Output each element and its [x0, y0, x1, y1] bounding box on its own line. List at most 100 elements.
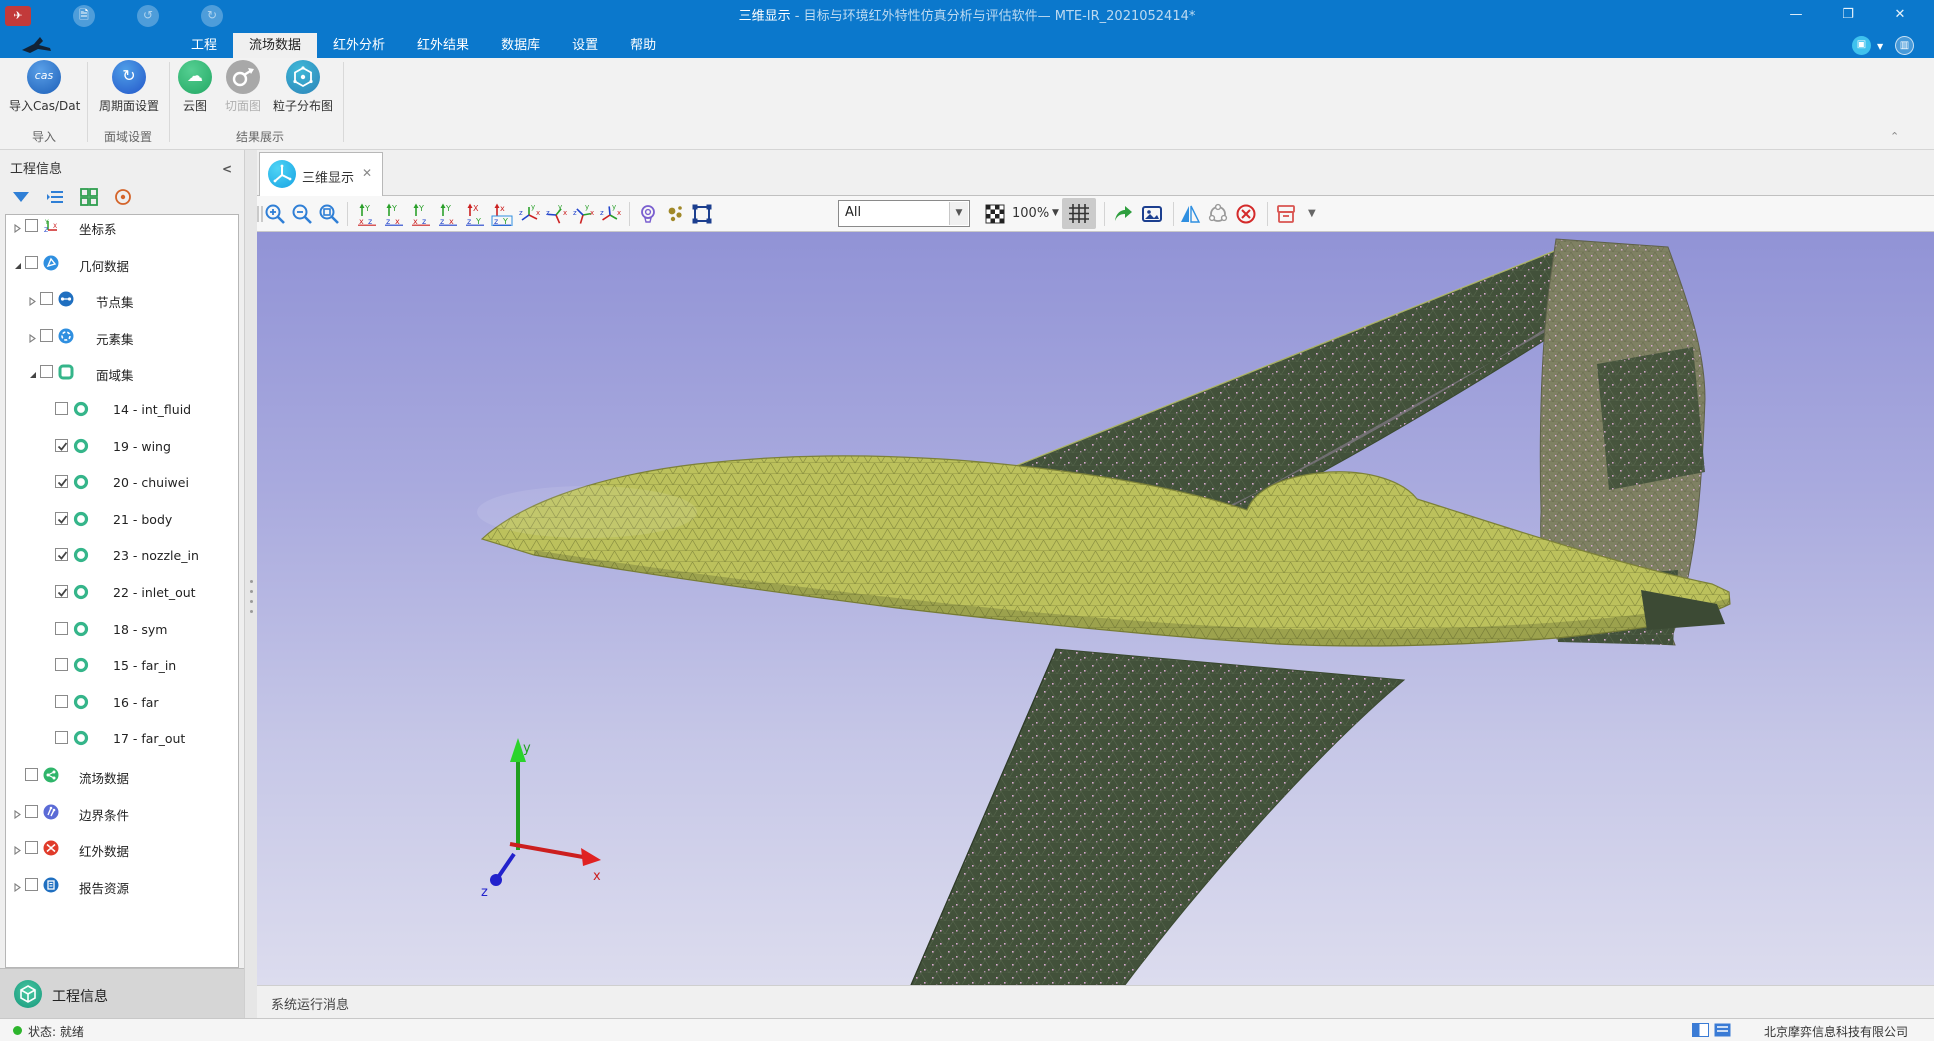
dropdown-caret-icon[interactable]: ▼ — [1877, 42, 1883, 51]
expander-collapsed-icon[interactable] — [28, 295, 37, 304]
panel-collapse-icon[interactable]: < — [222, 162, 232, 176]
view-iso-1-icon[interactable]: yxz — [517, 202, 542, 226]
tree-row[interactable]: 22 - inlet_out — [6, 583, 238, 601]
lamp-icon[interactable] — [637, 203, 659, 225]
tree-row[interactable]: 15 - far_in — [6, 656, 238, 674]
expander-collapsed-icon[interactable] — [13, 808, 22, 817]
panel-blue-icon[interactable] — [1692, 1023, 1709, 1037]
node-circle-icon[interactable] — [1207, 203, 1229, 225]
grid-toggle-icon[interactable] — [1062, 198, 1096, 229]
tree-row[interactable]: 23 - nozzle_in — [6, 546, 238, 564]
tree-row[interactable]: 14 - int_fluid — [6, 400, 238, 418]
tab-close-icon[interactable]: ✕ — [362, 166, 372, 180]
contour-plot-button[interactable]: ☁ 云图 — [177, 60, 213, 114]
filter-icon[interactable] — [12, 188, 30, 206]
ribbon-collapse-icon[interactable]: ⌃ — [1890, 130, 1899, 143]
tree-checkbox[interactable] — [25, 805, 38, 818]
tree-row[interactable]: 红外数据 — [6, 839, 238, 857]
expander-collapsed-icon[interactable] — [13, 881, 22, 890]
theme-icon[interactable]: ▣ — [1852, 36, 1871, 55]
list-icon[interactable] — [46, 188, 64, 206]
tree-row[interactable]: 流场数据 — [6, 766, 238, 784]
grid-icon[interactable] — [80, 188, 98, 206]
target-icon[interactable] — [114, 188, 132, 206]
tree-row[interactable]: YZX坐标系 — [6, 217, 238, 235]
view-iso-2-icon[interactable]: yxz — [544, 202, 569, 226]
panel-splitter[interactable] — [244, 150, 257, 1018]
tree-checkbox[interactable] — [40, 365, 53, 378]
tree-checkbox-checked[interactable] — [55, 585, 68, 598]
delete-icon[interactable] — [1235, 203, 1257, 225]
archive-box-icon[interactable] — [1275, 203, 1297, 225]
menu-item-3[interactable]: 红外结果 — [401, 33, 485, 58]
tree-checkbox[interactable] — [40, 292, 53, 305]
tree-row[interactable]: 20 - chuiwei — [6, 473, 238, 491]
tree-row[interactable]: 节点集 — [6, 290, 238, 308]
view-iso-3-icon[interactable]: yxz — [571, 202, 596, 226]
manual-icon[interactable]: ▥ — [1895, 36, 1914, 55]
view-top-icon[interactable]: XzY — [463, 202, 488, 226]
tree-row[interactable]: 16 - far — [6, 693, 238, 711]
view-bottom-icon[interactable]: xzY — [490, 202, 515, 226]
tree-checkbox[interactable] — [25, 768, 38, 781]
export-arrow-icon[interactable] — [1112, 203, 1134, 225]
tree-row[interactable]: 元素集 — [6, 327, 238, 345]
zoom-fit-icon[interactable] — [318, 203, 340, 225]
menu-item-0[interactable]: 工程 — [175, 33, 233, 58]
view-right-icon[interactable]: Yzx — [436, 202, 461, 226]
tree-checkbox[interactable] — [55, 695, 68, 708]
tree-row[interactable]: 18 - sym — [6, 620, 238, 638]
tree-row[interactable]: 19 - wing — [6, 437, 238, 455]
tree-row[interactable]: 报告资源 — [6, 876, 238, 894]
snapshot-icon[interactable] — [1141, 203, 1163, 225]
tree-checkbox[interactable] — [40, 329, 53, 342]
tree-checkbox[interactable] — [25, 878, 38, 891]
tree-checkbox-checked[interactable] — [55, 439, 68, 452]
tree-checkbox-checked[interactable] — [55, 548, 68, 561]
tab-3d-view[interactable]: 三维显示 ✕ — [259, 152, 383, 196]
display-filter-select[interactable]: All ▼ — [838, 200, 970, 227]
menu-item-1[interactable]: 流场数据 — [233, 33, 317, 58]
tree-checkbox[interactable] — [55, 622, 68, 635]
checkerboard-icon[interactable] — [984, 203, 1006, 225]
tree-checkbox-checked[interactable] — [55, 512, 68, 525]
tree-row[interactable]: 17 - far_out — [6, 729, 238, 747]
minimize-icon[interactable]: — — [1774, 0, 1818, 30]
menu-item-2[interactable]: 红外分析 — [317, 33, 401, 58]
tree-checkbox-checked[interactable] — [55, 475, 68, 488]
view-left-icon[interactable]: Yxz — [409, 202, 434, 226]
menu-item-5[interactable]: 设置 — [556, 33, 614, 58]
tree-row[interactable]: 几何数据 — [6, 254, 238, 272]
particle-plot-button[interactable]: 粒子分布图 — [269, 60, 337, 114]
toolbar-more-caret-icon[interactable]: ▼ — [1308, 208, 1316, 219]
periodic-face-button[interactable]: ↻ 周期面设置 — [96, 60, 162, 114]
view-front-icon[interactable]: Yxz — [355, 202, 380, 226]
zoom-caret-icon[interactable]: ▼ — [1052, 208, 1059, 218]
menu-item-6[interactable]: 帮助 — [614, 33, 672, 58]
box-select-icon[interactable] — [691, 203, 713, 225]
zoom-out-icon[interactable] — [291, 203, 313, 225]
close-icon[interactable]: ✕ — [1878, 0, 1922, 30]
view-back-icon[interactable]: Yzx — [382, 202, 407, 226]
combo-dropdown-icon[interactable]: ▼ — [949, 202, 968, 225]
tree-row[interactable]: 21 - body — [6, 510, 238, 528]
tree-checkbox[interactable] — [25, 841, 38, 854]
tree-checkbox[interactable] — [55, 731, 68, 744]
menu-item-4[interactable]: 数据库 — [485, 33, 556, 58]
expander-collapsed-icon[interactable] — [13, 844, 22, 853]
zoom-level-value[interactable]: 100% — [1012, 206, 1049, 221]
particles-icon[interactable] — [664, 203, 686, 225]
mirror-icon[interactable] — [1179, 203, 1201, 225]
tree-checkbox[interactable] — [55, 658, 68, 671]
expander-collapsed-icon[interactable] — [13, 222, 22, 231]
view-iso-4-icon[interactable]: yxz — [598, 202, 623, 226]
tree-row[interactable]: 面域集 — [6, 363, 238, 381]
zoom-in-icon[interactable] — [264, 203, 286, 225]
viewport-3d[interactable]: y x z — [257, 232, 1934, 985]
expander-expanded-icon[interactable] — [28, 368, 37, 377]
tree-checkbox[interactable] — [55, 402, 68, 415]
expander-collapsed-icon[interactable] — [28, 332, 37, 341]
import-cas-dat-button[interactable]: cas 导入Cas/Dat — [9, 60, 79, 114]
tree-checkbox[interactable] — [25, 219, 38, 232]
panel-split-icon[interactable] — [1714, 1023, 1731, 1037]
